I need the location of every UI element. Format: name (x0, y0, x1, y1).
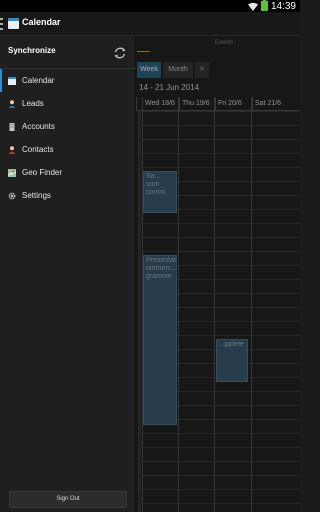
status-time: 14:39 (270, 0, 296, 12)
nav-item-contacts[interactable]: Contacts (0, 138, 136, 161)
nav-item-label: Contacts (22, 145, 54, 154)
status-icons: 14:39 (247, 0, 296, 12)
wifi-icon (247, 2, 258, 11)
drawer-toggle-icon[interactable] (0, 18, 4, 30)
map-icon (8, 168, 16, 177)
nav-item-label: Calendar (22, 76, 55, 85)
sync-label: Synchronize (8, 46, 56, 55)
nav-item-label: Settings (22, 191, 51, 200)
calendar-icon (8, 76, 16, 85)
nav-item-label: Leads (22, 99, 44, 108)
building-icon (8, 122, 16, 131)
nav-item-geo-finder[interactable]: Geo Finder (0, 161, 136, 184)
drawer-header: Synchronize (0, 36, 136, 69)
sign-out-button[interactable]: Sign Out (9, 491, 127, 508)
drawer-nav: Calendar Leads Accounts Contacts Geo Fin… (0, 69, 136, 207)
nav-item-settings[interactable]: Settings (0, 184, 136, 207)
app-title: Calendar (22, 17, 61, 27)
navigation-drawer: Synchronize Calendar Leads Accounts Cont… (0, 36, 136, 512)
nav-item-label: Accounts (22, 122, 55, 131)
person-icon (8, 99, 16, 108)
nav-item-leads[interactable]: Leads (0, 92, 136, 115)
status-bar: 14:39 (0, 0, 300, 12)
sync-icon[interactable] (112, 45, 128, 61)
nav-item-calendar[interactable]: Calendar (0, 69, 136, 92)
contact-icon (8, 145, 16, 154)
battery-icon (260, 0, 268, 11)
action-bar: Calendar (0, 12, 300, 36)
nav-item-label: Geo Finder (22, 168, 63, 177)
nav-item-accounts[interactable]: Accounts (0, 115, 136, 138)
drawer-scrim[interactable] (136, 36, 300, 512)
calendar-app-icon[interactable] (8, 18, 19, 29)
gear-icon (8, 192, 16, 200)
